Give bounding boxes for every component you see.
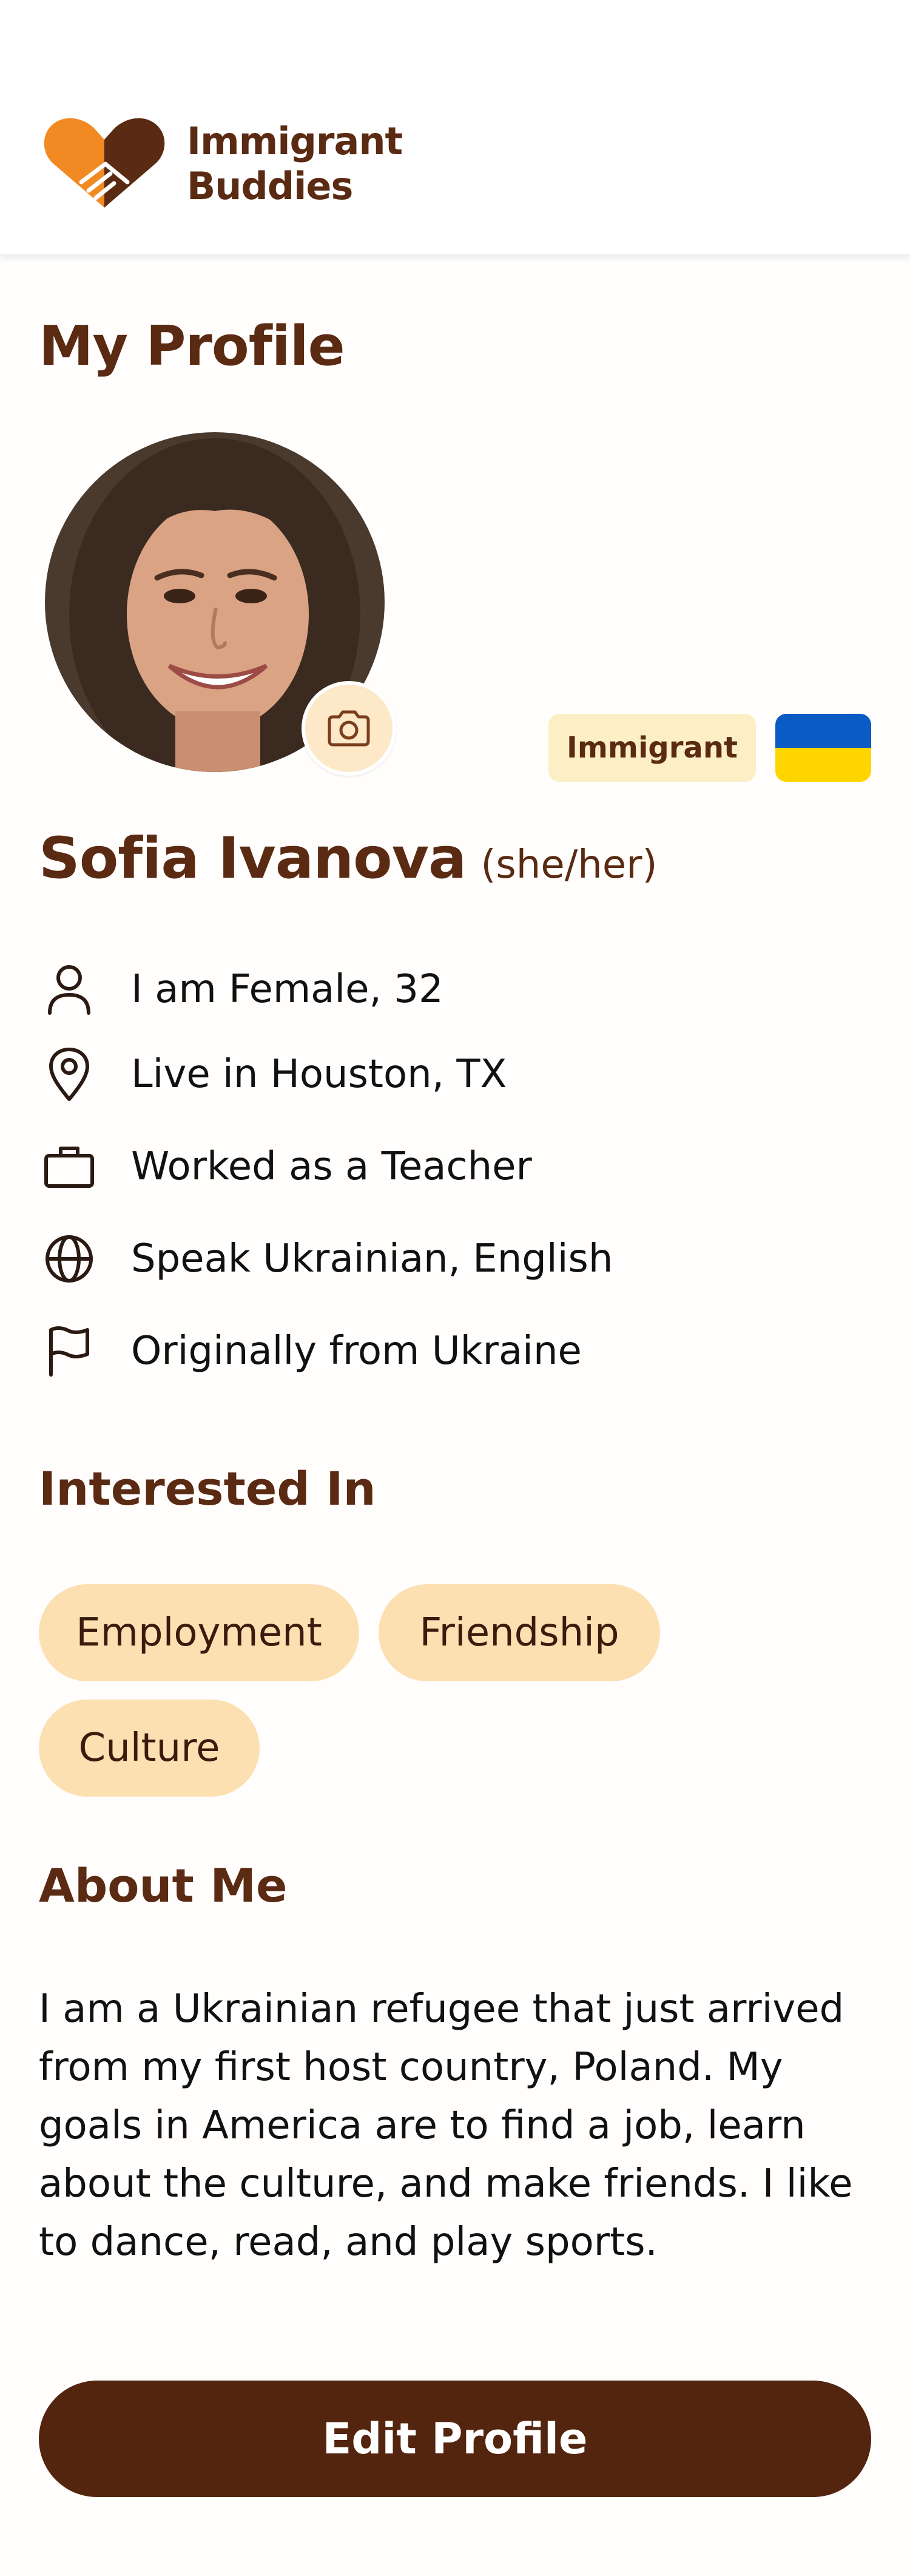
info-gender-age: I am Female, 32 — [39, 959, 443, 1020]
logo-line-2: Buddies — [187, 164, 353, 208]
about-text: I am a Ukrainian refugee that just arriv… — [39, 1987, 853, 2265]
page-title: My Profile — [39, 314, 345, 378]
interests-title: Interested In — [39, 1462, 376, 1516]
profile-name: Sofia Ivanova — [39, 825, 467, 892]
profile-pronouns: (she/her) — [480, 842, 658, 887]
about-title: About Me — [39, 1859, 288, 1913]
info-origin-text: Originally from Ukraine — [131, 1329, 582, 1374]
interest-chip-friendship[interactable]: Friendship — [379, 1584, 660, 1681]
logo-line-1: Immigrant — [187, 119, 403, 163]
change-photo-button[interactable] — [302, 681, 396, 776]
app-header: Immigrant Buddies — [0, 0, 910, 255]
hands-heart-icon — [44, 118, 165, 208]
info-occupation-text: Worked as a Teacher — [131, 1144, 532, 1189]
info-languages: Speak Ukrainian, English — [39, 1229, 613, 1289]
camera-icon — [328, 710, 370, 747]
info-gender-age-text: I am Female, 32 — [131, 967, 443, 1012]
app-logo[interactable]: Immigrant Buddies — [39, 115, 403, 212]
info-origin: Originally from Ukraine — [39, 1321, 582, 1381]
profile-name-row: Sofia Ivanova (she/her) — [39, 825, 657, 892]
person-icon — [48, 965, 90, 1015]
location-pin-icon — [49, 1048, 89, 1101]
interest-chip-culture[interactable]: Culture — [39, 1700, 260, 1797]
info-location-text: Live in Houston, TX — [131, 1052, 507, 1097]
edit-profile-button[interactable]: Edit Profile — [39, 2381, 871, 2497]
info-occupation: Worked as a Teacher — [39, 1136, 532, 1197]
flag-icon — [49, 1326, 89, 1377]
briefcase-icon — [44, 1147, 94, 1188]
globe-icon — [46, 1235, 93, 1283]
interest-chip-employment[interactable]: Employment — [39, 1584, 359, 1681]
info-languages-text: Speak Ukrainian, English — [131, 1236, 613, 1281]
ukraine-flag-icon — [775, 714, 871, 782]
status-badge: Immigrant — [548, 714, 756, 782]
app-logo-text: Immigrant Buddies — [187, 119, 403, 209]
info-location: Live in Houston, TX — [39, 1044, 507, 1105]
